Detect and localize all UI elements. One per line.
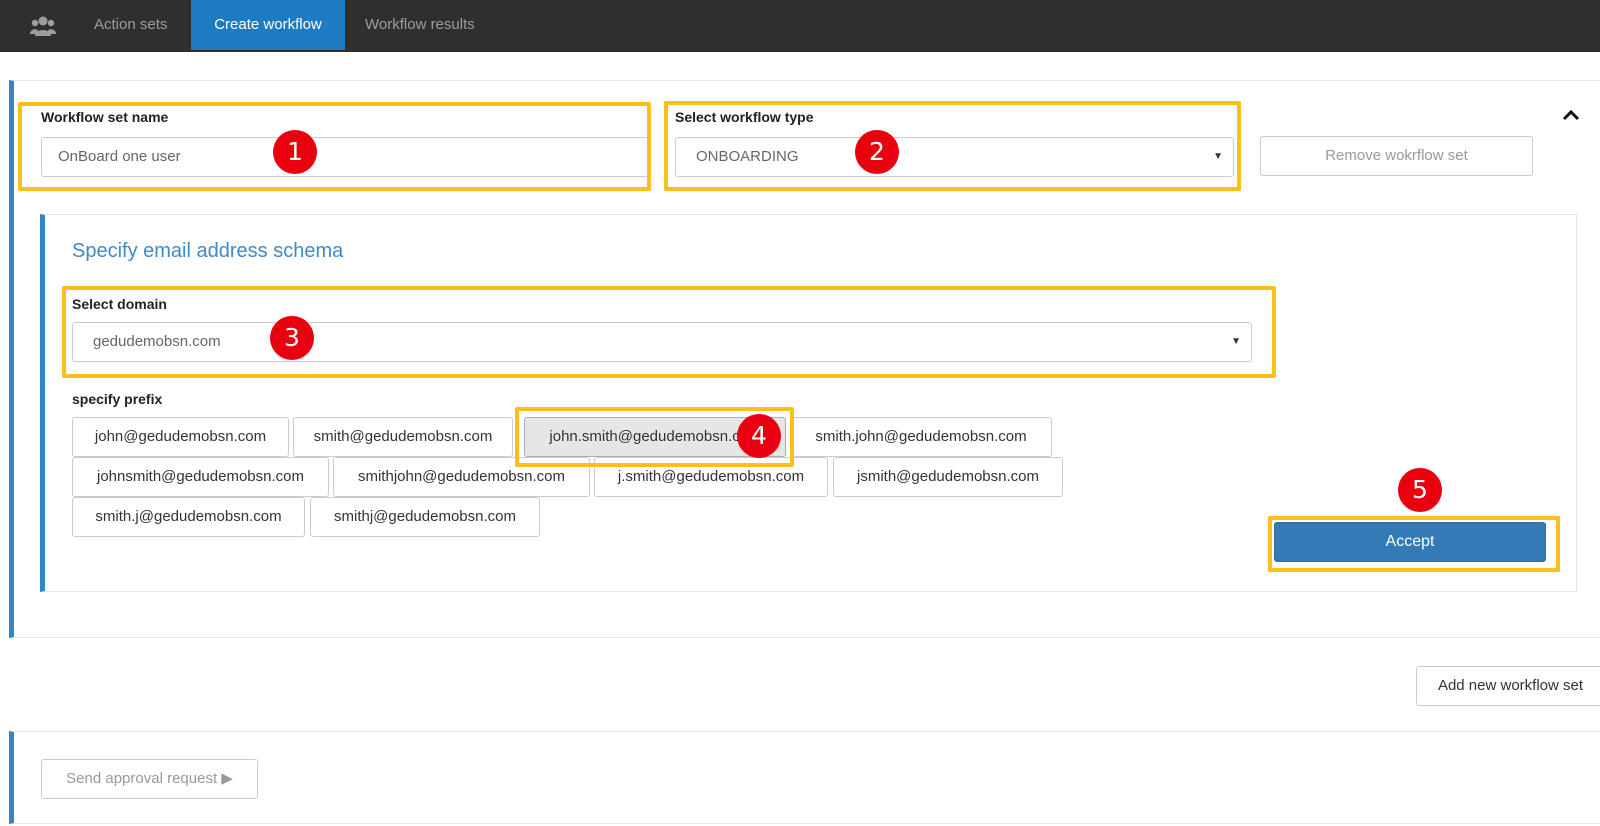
highlight-box bbox=[1268, 516, 1560, 572]
prefix-option[interactable]: john@gedudemobsn.com bbox=[72, 417, 289, 457]
highlight-box bbox=[62, 286, 1276, 378]
prefix-option[interactable]: smithj@gedudemobsn.com bbox=[310, 497, 540, 537]
highlight-box bbox=[664, 101, 1241, 191]
tab-create-workflow[interactable]: Create workflow bbox=[191, 0, 345, 50]
prefix-option[interactable]: smith.john@gedudemobsn.com bbox=[790, 417, 1052, 457]
top-navbar: Action sets Create workflow Workflow res… bbox=[0, 0, 1600, 52]
prefix-option[interactable]: jsmith@gedudemobsn.com bbox=[833, 457, 1063, 497]
step-badge-5: 5 bbox=[1398, 468, 1442, 512]
send-approval-request-button[interactable]: Send approval request ▶ bbox=[41, 759, 258, 799]
tab-workflow-results[interactable]: Workflow results bbox=[345, 0, 495, 50]
prefix-option[interactable]: johnsmith@gedudemobsn.com bbox=[72, 457, 329, 497]
prefix-option[interactable]: smith@gedudemobsn.com bbox=[293, 417, 513, 457]
step-badge-1: 1 bbox=[273, 130, 317, 174]
step-badge-3: 3 bbox=[270, 316, 314, 360]
prefix-option[interactable]: smith.j@gedudemobsn.com bbox=[72, 497, 305, 537]
tab-action-sets[interactable]: Action sets bbox=[74, 0, 187, 50]
step-badge-4: 4 bbox=[737, 414, 781, 458]
step-badge-2: 2 bbox=[855, 130, 899, 174]
add-workflow-set-button[interactable]: Add new workflow set bbox=[1416, 666, 1600, 706]
users-icon[interactable] bbox=[30, 14, 56, 38]
remove-workflow-set-button[interactable]: Remove wokrflow set bbox=[1260, 136, 1533, 176]
highlight-box bbox=[18, 102, 651, 191]
email-schema-title: Specify email address schema bbox=[72, 240, 344, 262]
chevron-up-icon[interactable] bbox=[1562, 108, 1580, 122]
prefix-label: specify prefix bbox=[72, 391, 163, 407]
